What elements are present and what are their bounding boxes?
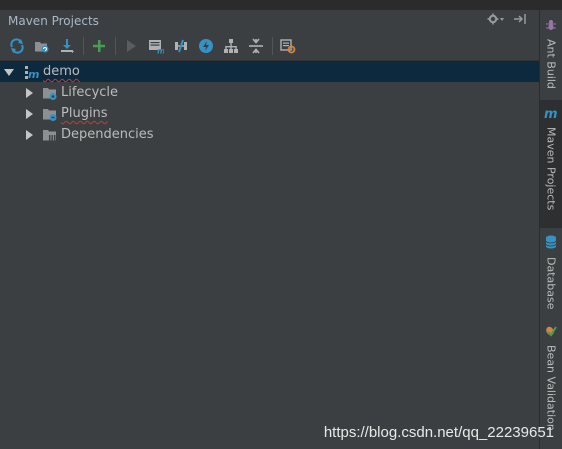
database-icon [545, 234, 557, 253]
tree-root-demo[interactable]: m demo [0, 61, 539, 82]
maven-module-icon: m [24, 64, 40, 80]
tree-label: Dependencies [61, 127, 154, 142]
tab-database[interactable]: Database [540, 230, 562, 316]
watermark-text: https://blog.csdn.net/qq_22239651 [323, 424, 554, 441]
tree-label: Plugins [61, 106, 108, 121]
settings-icon[interactable] [277, 35, 299, 57]
maven-project-tree: m demo Lifecycle Plugins Dependencies [0, 61, 539, 145]
bean-validation-icon [545, 322, 557, 341]
svg-text:m: m [157, 47, 164, 55]
maven-projects-panel: Maven Projects m demo Lifecycle Plugins … [0, 10, 540, 449]
toggle-offline-icon[interactable] [170, 35, 192, 57]
run-icon[interactable] [120, 35, 142, 57]
tab-ant-build[interactable]: Ant Build [540, 12, 562, 98]
tree-item-dependencies[interactable]: Dependencies [0, 124, 539, 145]
skip-tests-icon[interactable] [195, 35, 217, 57]
show-dependencies-icon[interactable] [220, 35, 242, 57]
tab-label: Maven Projects [544, 127, 558, 211]
tab-label: Ant Build [544, 39, 558, 89]
hide-panel-icon[interactable] [513, 13, 527, 28]
tree-label: demo [43, 64, 80, 79]
collapse-all-icon[interactable] [245, 35, 267, 57]
panel-title: Maven Projects [8, 14, 99, 28]
right-tool-window-bar: Ant Build m Maven Projects Database Bean… [540, 10, 562, 449]
collapsed-arrow-icon[interactable] [22, 108, 36, 119]
generate-sources-icon[interactable] [31, 35, 53, 57]
execute-goal-icon[interactable]: m [145, 35, 167, 57]
download-icon[interactable] [56, 35, 78, 57]
toolbar-separator [115, 37, 116, 55]
tree-label: Lifecycle [61, 85, 119, 100]
maven-toolbar: m [0, 32, 539, 61]
svg-text:m: m [544, 107, 558, 119]
collapsed-arrow-icon[interactable] [22, 129, 36, 140]
toolbar-separator [83, 37, 84, 55]
tab-bean-validation[interactable]: Bean Validation [540, 318, 562, 431]
svg-text:m: m [28, 68, 39, 80]
toolbar-separator [272, 37, 273, 55]
collapsed-arrow-icon[interactable] [22, 87, 36, 98]
dependencies-folder-icon [42, 127, 58, 143]
tree-item-lifecycle[interactable]: Lifecycle [0, 82, 539, 103]
tab-label: Bean Validation [544, 345, 558, 431]
gear-icon[interactable] [487, 13, 505, 28]
reimport-icon[interactable] [6, 35, 28, 57]
lifecycle-folder-icon [42, 85, 58, 101]
expanded-arrow-icon[interactable] [2, 67, 16, 77]
panel-titlebar: Maven Projects [0, 10, 539, 32]
maven-icon: m [544, 104, 558, 123]
ant-icon [545, 16, 557, 35]
tree-item-plugins[interactable]: Plugins [0, 103, 539, 124]
tab-label: Database [544, 257, 558, 310]
plugins-folder-icon [42, 106, 58, 122]
tab-maven-projects[interactable]: m Maven Projects [540, 100, 562, 228]
top-edge [0, 0, 562, 10]
add-maven-project-icon[interactable] [88, 35, 110, 57]
